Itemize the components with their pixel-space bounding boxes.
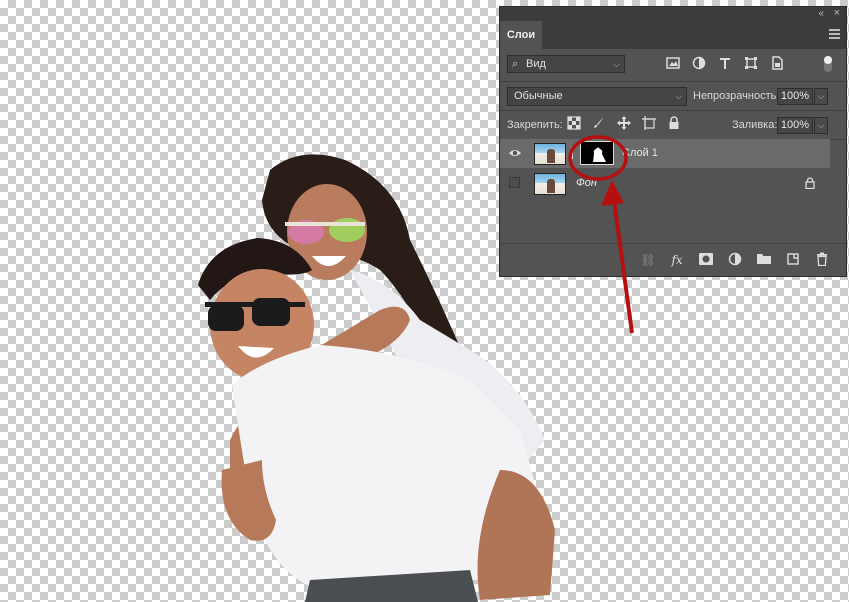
mask-highlight-circle: [568, 135, 628, 181]
arrow-head: [601, 180, 624, 206]
annotation-arrow: [612, 199, 634, 334]
annotation-overlay: [568, 135, 634, 334]
